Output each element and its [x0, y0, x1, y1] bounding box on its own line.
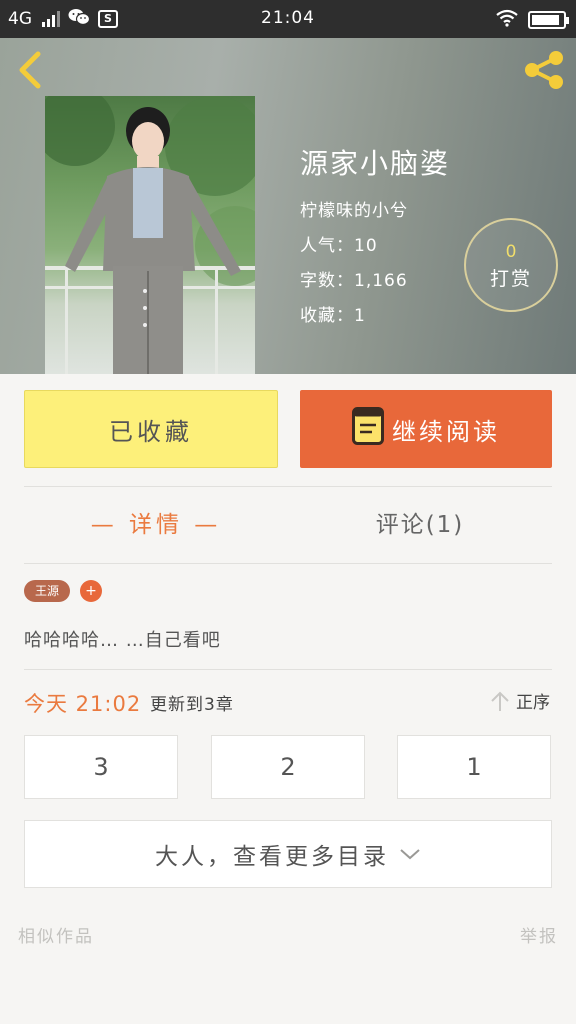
chevron-left-icon	[19, 51, 41, 89]
report-button[interactable]: 举报	[520, 922, 558, 947]
chapter-item[interactable]: 2	[211, 735, 365, 799]
reward-count: 0	[505, 242, 517, 262]
wifi-icon	[496, 9, 518, 31]
status-right	[496, 9, 569, 31]
status-bar: 4G S 21:04	[0, 0, 576, 38]
book-info: 源家小脑婆 柠檬味的小兮 人气：10 字数：1,166 收藏：1	[300, 142, 450, 336]
arrow-up-icon	[491, 691, 509, 711]
reward-button[interactable]: 0 打赏	[464, 218, 558, 312]
back-button[interactable]	[12, 48, 52, 92]
chevron-down-icon	[400, 849, 420, 860]
tab-detail[interactable]: — 详情 —	[24, 500, 288, 550]
status-time: 21:04	[261, 8, 315, 28]
divider	[24, 669, 552, 670]
battery-level	[532, 15, 559, 25]
sort-label: 正序	[516, 693, 550, 713]
favorited-label: 已收藏	[109, 417, 193, 446]
book-description: 哈哈哈哈… …自己看吧	[24, 630, 221, 651]
book-word-count: 字数：1,166	[300, 271, 408, 291]
similar-works-label: 相似作品	[18, 927, 94, 947]
book-favorites: 收藏：1	[300, 306, 366, 326]
tab-comments[interactable]: 评论(1)	[288, 500, 552, 550]
add-tag-button[interactable]: +	[80, 580, 102, 602]
tag-wangyuan[interactable]: 王源	[24, 580, 70, 602]
divider	[24, 563, 552, 564]
divider	[24, 486, 552, 487]
battery-icon	[528, 11, 569, 29]
share-icon	[525, 51, 563, 89]
share-button[interactable]	[520, 48, 568, 92]
continue-reading-label: 继续阅读	[392, 417, 500, 446]
update-time: 今天 21:02	[24, 692, 142, 716]
chapter-item[interactable]: 1	[397, 735, 551, 799]
more-catalog-label: 大人，查看更多目录	[155, 844, 389, 870]
chapter-item[interactable]: 3	[24, 735, 178, 799]
favorited-button[interactable]: 已收藏	[24, 390, 278, 468]
book-icon	[352, 407, 384, 451]
more-catalog-button[interactable]: 大人，查看更多目录	[24, 820, 552, 888]
book-cover-image	[45, 96, 255, 374]
book-header: 源家小脑婆 柠檬味的小兮 人气：10 字数：1,166 收藏：1 0 打赏	[0, 38, 576, 374]
update-chapter: 更新到3章	[150, 695, 234, 715]
book-popularity: 人气：10	[300, 236, 378, 256]
sort-order-button[interactable]: 正序	[490, 688, 550, 713]
reward-label: 打赏	[489, 268, 532, 290]
book-title: 源家小脑婆	[300, 147, 451, 180]
book-author[interactable]: 柠檬味的小兮	[300, 196, 450, 221]
continue-reading-button[interactable]: 继续阅读	[300, 390, 552, 468]
